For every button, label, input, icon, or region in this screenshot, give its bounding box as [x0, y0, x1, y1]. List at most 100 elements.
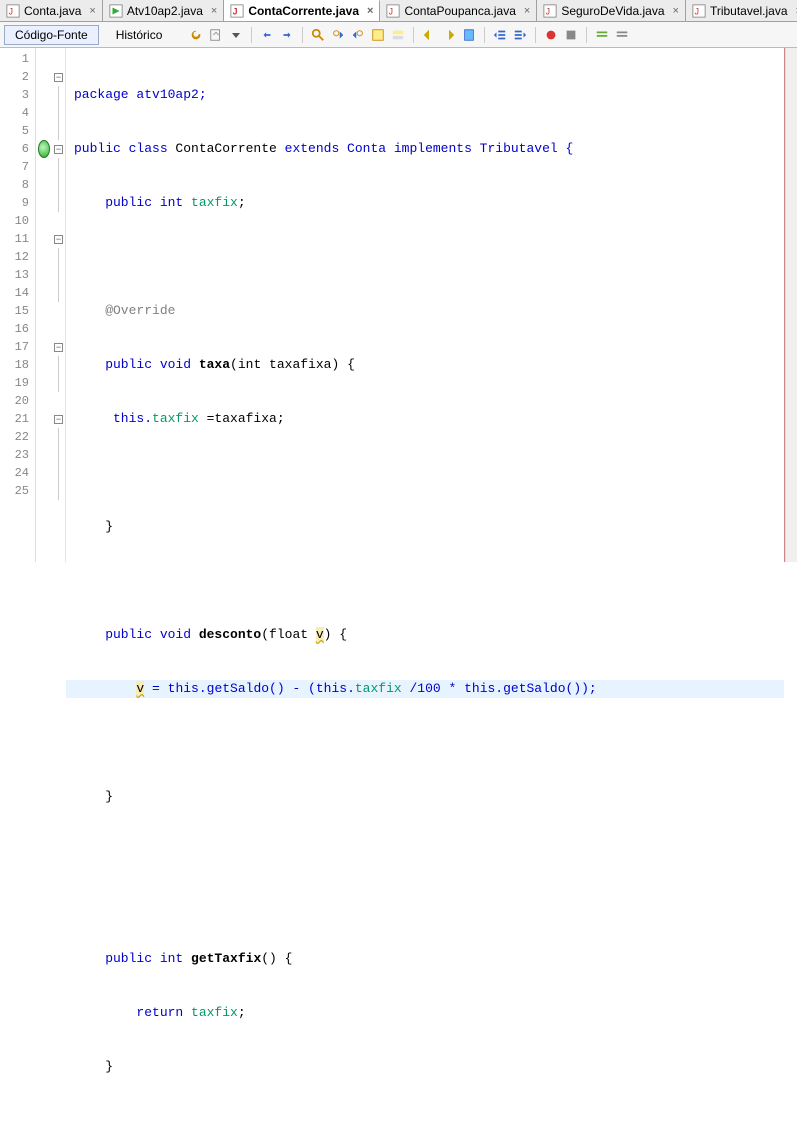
tab-label: Atv10ap2.java — [127, 4, 203, 18]
tab-label: ContaPoupanca.java — [404, 4, 515, 18]
line-number-gutter: 1234567891011121314151617181920212223242… — [0, 48, 36, 562]
macro-record-icon[interactable] — [542, 26, 560, 44]
toolbar-separator — [586, 27, 587, 43]
code-text: ) { — [324, 627, 347, 642]
uncomment-icon[interactable] — [613, 26, 631, 44]
refresh-icon[interactable] — [187, 26, 205, 44]
nav-fwd-icon[interactable] — [440, 26, 458, 44]
code-text: (int taxafixa) { — [230, 357, 355, 372]
editor-subtabs: Código-Fonte Histórico — [0, 22, 797, 48]
error-stripe[interactable] — [785, 48, 797, 562]
tab-label: SeguroDeVida.java — [561, 4, 664, 18]
undo-icon[interactable] — [258, 26, 276, 44]
code-editor[interactable]: 1234567891011121314151617181920212223242… — [0, 48, 797, 562]
code-text: = this.getSaldo() - (this. — [144, 681, 355, 696]
code-text: taxfix — [152, 411, 199, 426]
code-text: =taxafixa; — [199, 411, 285, 426]
fold-toggle[interactable]: − — [54, 73, 63, 82]
code-text: public void — [74, 627, 199, 642]
svg-text:J: J — [546, 6, 550, 16]
comment-icon[interactable] — [593, 26, 611, 44]
code-text: public void — [74, 357, 199, 372]
svg-text:J: J — [233, 7, 238, 17]
export-icon[interactable] — [207, 26, 225, 44]
find-prev-icon[interactable] — [329, 26, 347, 44]
java-main-icon — [109, 4, 123, 18]
close-icon[interactable]: × — [89, 5, 95, 17]
code-text: v — [136, 681, 144, 696]
tab-contacorrente[interactable]: J ContaCorrente.java × — [224, 0, 380, 21]
code-text: () { — [261, 951, 292, 966]
bookmark-icon[interactable] — [460, 26, 478, 44]
shift-left-icon[interactable] — [491, 26, 509, 44]
macro-stop-icon[interactable] — [562, 26, 580, 44]
code-text: extends Conta implements Tributavel { — [277, 141, 573, 156]
code-text: public int — [74, 195, 191, 210]
nav-back-icon[interactable] — [420, 26, 438, 44]
code-text: public int — [74, 951, 191, 966]
code-text: taxfix — [191, 1005, 238, 1020]
java-file-icon: J — [6, 4, 20, 18]
toggle-highlight-icon[interactable] — [389, 26, 407, 44]
java-file-icon: J — [386, 4, 400, 18]
code-text: desconto — [199, 627, 261, 642]
tab-tributavel[interactable]: J Tributavel.java × — [686, 0, 797, 21]
code-text: taxfix — [355, 681, 402, 696]
close-icon[interactable]: × — [367, 5, 373, 17]
close-icon[interactable]: × — [524, 5, 530, 17]
code-text — [74, 681, 136, 696]
toolbar-separator — [413, 27, 414, 43]
svg-text:J: J — [9, 6, 13, 16]
svg-text:J: J — [695, 6, 699, 16]
code-text: ; — [238, 195, 246, 210]
fold-toggle[interactable]: − — [54, 415, 63, 424]
code-text: } — [74, 789, 113, 804]
code-text: public class — [74, 141, 175, 156]
highlight-icon[interactable] — [369, 26, 387, 44]
code-text: ContaCorrente — [175, 141, 276, 156]
file-tabs: J Conta.java × Atv10ap2.java × J ContaCo… — [0, 0, 797, 22]
code-text: /100 * this.getSaldo()); — [402, 681, 597, 696]
code-text: this. — [74, 411, 152, 426]
code-text: v — [316, 627, 324, 642]
close-icon[interactable]: × — [211, 5, 217, 17]
fold-toggle[interactable]: − — [54, 235, 63, 244]
tab-segurodevida[interactable]: J SeguroDeVida.java × — [537, 0, 686, 21]
tab-atv10ap2[interactable]: Atv10ap2.java × — [103, 0, 225, 21]
close-icon[interactable]: × — [673, 5, 679, 17]
fold-toggle[interactable]: − — [54, 145, 63, 154]
override-marker-icon[interactable] — [38, 140, 50, 158]
marker-column — [36, 48, 52, 562]
code-text: @Override — [74, 303, 175, 318]
toolbar-separator — [484, 27, 485, 43]
tab-label: ContaCorrente.java — [248, 4, 359, 18]
tab-contapoupanca[interactable]: J ContaPoupanca.java × — [380, 0, 537, 21]
subtab-source[interactable]: Código-Fonte — [4, 25, 99, 45]
code-text: taxfix — [191, 195, 238, 210]
dropdown-icon[interactable] — [227, 26, 245, 44]
fold-column: − − − − − — [52, 48, 66, 562]
code-text: taxa — [199, 357, 230, 372]
toolbar-separator — [535, 27, 536, 43]
toolbar-separator — [302, 27, 303, 43]
svg-text:J: J — [389, 6, 393, 16]
code-text: package atv10ap2; — [74, 87, 207, 102]
shift-right-icon[interactable] — [511, 26, 529, 44]
java-file-icon: J — [692, 4, 706, 18]
tab-label: Tributavel.java — [710, 4, 788, 18]
find-next-icon[interactable] — [349, 26, 367, 44]
find-icon[interactable] — [309, 26, 327, 44]
code-text: } — [74, 1059, 113, 1074]
java-file-icon: J — [543, 4, 557, 18]
editor-toolbar — [187, 26, 631, 44]
toolbar-separator — [251, 27, 252, 43]
code-text: (float — [261, 627, 316, 642]
tab-conta[interactable]: J Conta.java × — [0, 0, 103, 21]
redo-icon[interactable] — [278, 26, 296, 44]
subtab-history[interactable]: Histórico — [105, 25, 174, 45]
code-text: } — [74, 519, 113, 534]
code-area[interactable]: package atv10ap2; public class ContaCorr… — [66, 48, 785, 562]
tab-label: Conta.java — [24, 4, 81, 18]
fold-toggle[interactable]: − — [54, 343, 63, 352]
code-text: return — [74, 1005, 191, 1020]
